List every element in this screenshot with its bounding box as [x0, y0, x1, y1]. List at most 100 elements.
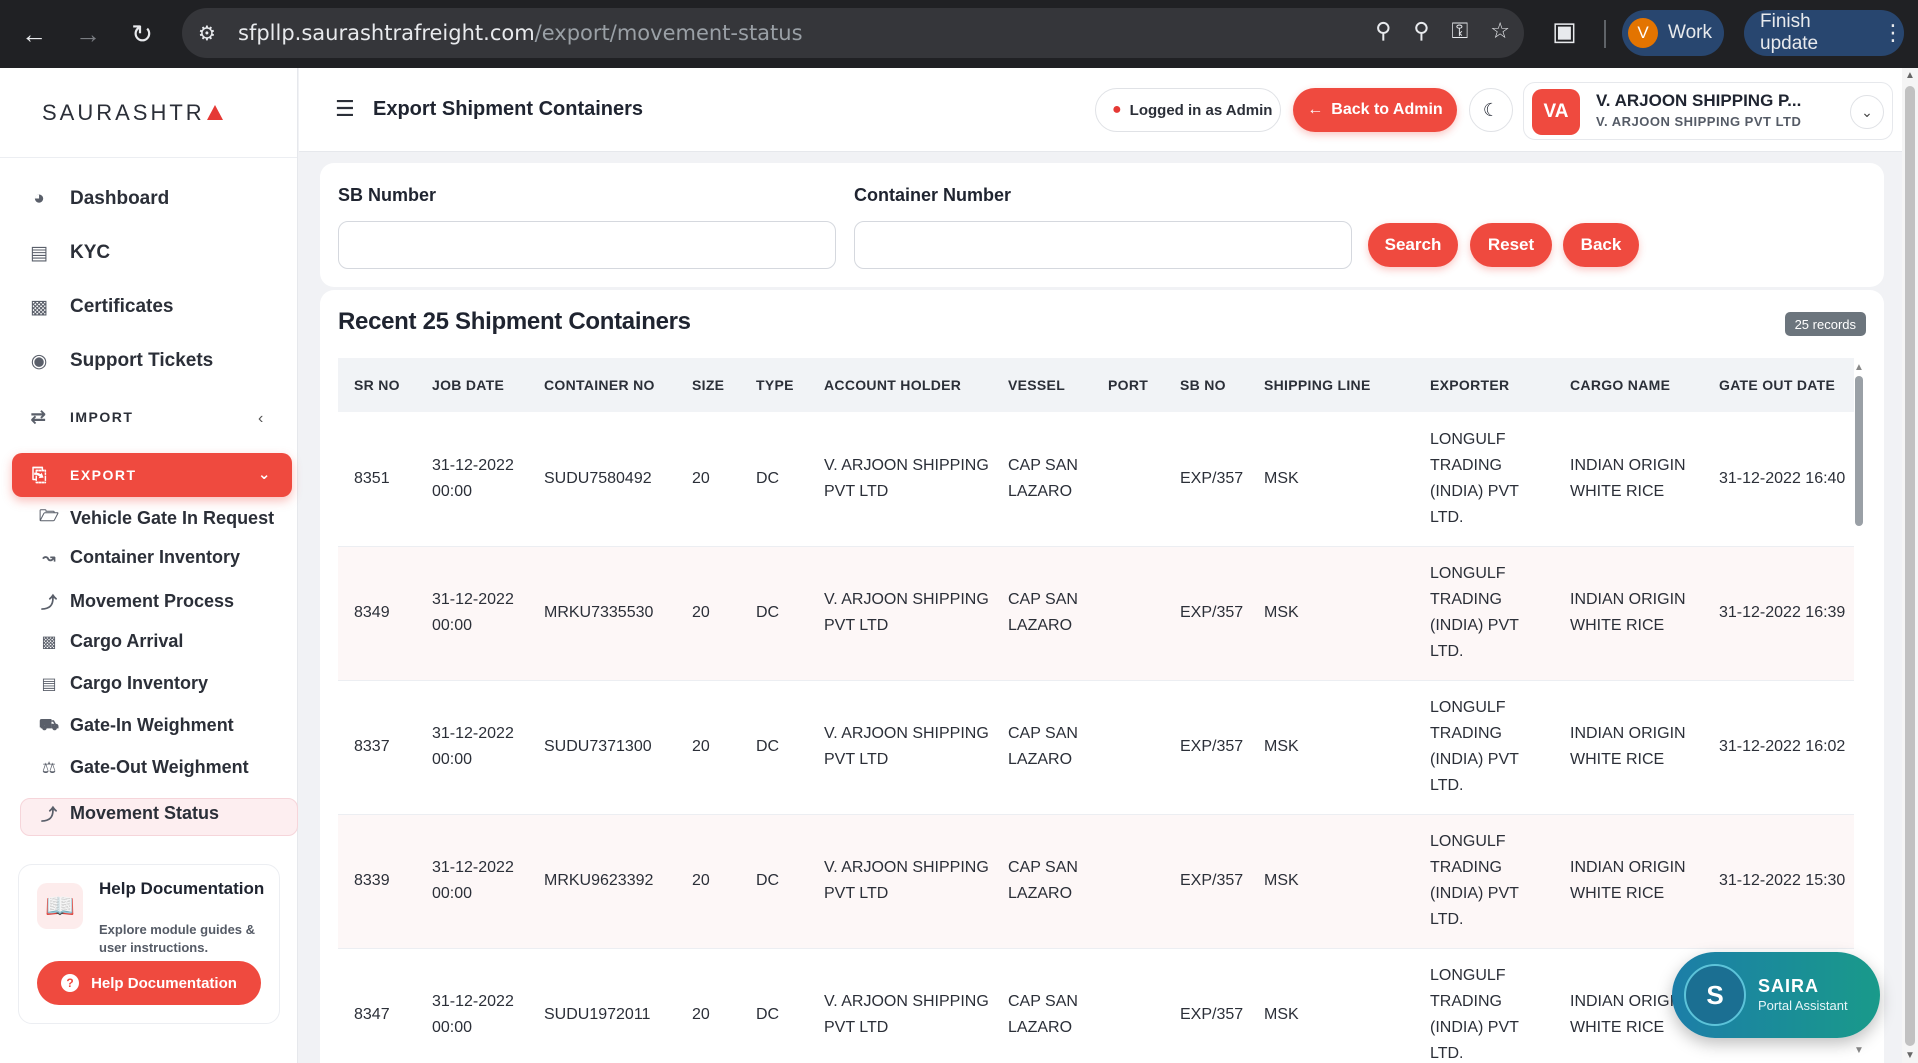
hamburger-menu-icon[interactable]: ☰: [335, 96, 355, 122]
cell-port: [1092, 680, 1164, 815]
sidebar-subitem-vehicle-gate-in-request[interactable]: 🗁 Vehicle Gate In Request: [38, 505, 274, 532]
cell-cargo-name: INDIAN ORIGIN WHITE RICE: [1554, 412, 1703, 547]
sb-number-input[interactable]: [338, 221, 836, 269]
back-arrow-icon[interactable]: ←: [14, 14, 54, 54]
moon-icon[interactable]: ☾: [1469, 88, 1513, 132]
cell-type: DC: [740, 814, 808, 949]
cell-type: DC: [740, 680, 808, 815]
sidebar-item-label: KYC: [70, 242, 111, 263]
book-icon: 📖: [37, 883, 83, 929]
scroll-down-arrow-icon[interactable]: ▼: [1854, 1045, 1864, 1056]
assistant-name: SAIRA: [1758, 976, 1820, 996]
containers-table: SR NO JOB DATE CONTAINER NO SIZE TYPE AC…: [338, 358, 1854, 1063]
column-header: SIZE: [676, 358, 740, 412]
logo-triangle-icon: [206, 105, 223, 120]
table-scrollbar-thumb[interactable]: [1855, 376, 1863, 526]
sidebar-item-export[interactable]: ⎘ EXPORT ⌄: [12, 453, 292, 497]
zoom-icon[interactable]: ⚲: [1413, 18, 1429, 44]
column-header: CARGO NAME: [1554, 358, 1703, 412]
sidebar-subitem-movement-process[interactable]: ⤴ Movement Process: [38, 589, 234, 613]
cell-account-holder: V. ARJOON SHIPPING PVT LTD: [808, 814, 992, 949]
containers-table-card: Recent 25 Shipment Containers 25 records…: [320, 290, 1884, 1063]
location-pin-icon[interactable]: ⚲: [1375, 18, 1391, 44]
page-scroll-down-icon[interactable]: ▼: [1905, 1050, 1915, 1061]
page-scrollbar-thumb[interactable]: [1905, 86, 1915, 1046]
cell-sr-no: 8351: [338, 412, 416, 547]
kebab-menu-icon: ⋮: [1882, 20, 1904, 45]
sidebar-subitem-label: Cargo Inventory: [70, 673, 209, 693]
finish-update-button[interactable]: Finish update ⋮: [1744, 10, 1904, 56]
assistant-avatar: S: [1684, 964, 1746, 1026]
gauge-icon: ◕: [33, 188, 45, 209]
extensions-icon[interactable]: ▣: [1552, 16, 1577, 47]
cell-container-no: MRKU7335530: [528, 546, 676, 681]
reset-button[interactable]: Reset: [1470, 223, 1552, 267]
profile-button[interactable]: V Work: [1622, 10, 1724, 56]
user-shield-icon: ●: [1112, 101, 1122, 118]
sidebar-subitem-cargo-arrival[interactable]: ▩ Cargo Arrival: [38, 631, 183, 652]
page-scroll-up-icon[interactable]: ▲: [1905, 70, 1915, 81]
table-title: Recent 25 Shipment Containers: [338, 308, 691, 335]
sidebar-subitem-cargo-inventory[interactable]: ▤ Cargo Inventory: [38, 673, 208, 694]
portal-assistant-button[interactable]: S SAIRA Portal Assistant: [1672, 952, 1880, 1038]
user-company: V. ARJOON SHIPPING PVT LTD: [1596, 114, 1802, 129]
cell-cargo-name: INDIAN ORIGIN WHITE RICE: [1554, 546, 1703, 681]
truck-icon: ⛟: [38, 716, 60, 734]
sb-number-label: SB Number: [338, 185, 437, 205]
forward-arrow-icon[interactable]: →: [68, 14, 108, 54]
certificate-icon: ▩: [30, 296, 48, 318]
column-header: JOB DATE: [416, 358, 528, 412]
chevron-left-icon[interactable]: ‹: [258, 410, 263, 428]
sidebar-subitem-container-inventory[interactable]: ↝ Container Inventory: [38, 547, 240, 568]
id-card-icon: ▤: [30, 242, 48, 264]
sidebar-item-certificates[interactable]: ▩ Certificates: [28, 296, 173, 318]
sidebar-item-import[interactable]: ⇄ IMPORT: [28, 406, 133, 428]
address-url[interactable]: sfpllp.saurashtrafreight.com/export/move…: [238, 21, 803, 45]
page-scrollbar[interactable]: ▲ ▼: [1902, 68, 1918, 1063]
sidebar-item-label: IMPORT: [70, 409, 134, 425]
user-menu[interactable]: VA V. ARJOON SHIPPING P... V. ARJOON SHI…: [1523, 82, 1893, 140]
address-bar[interactable]: ⚙ sfpllp.saurashtrafreight.com/export/mo…: [182, 8, 1524, 58]
cell-type: DC: [740, 546, 808, 681]
sidebar-subitem-movement-status[interactable]: ⤴ Movement Status: [38, 801, 219, 825]
bookmark-star-icon[interactable]: ☆: [1490, 18, 1510, 44]
records-badge: 25 records: [1784, 312, 1866, 336]
sidebar-item-kyc[interactable]: ▤ KYC: [28, 242, 110, 264]
table-scrollbar[interactable]: ▲ ▼: [1854, 362, 1864, 1056]
cell-type: DC: [740, 412, 808, 547]
chevron-down-icon[interactable]: ⌄: [1850, 95, 1884, 129]
column-header: SB NO: [1164, 358, 1248, 412]
sidebar-item-dashboard[interactable]: ◕ Dashboard: [28, 188, 169, 210]
scroll-up-arrow-icon[interactable]: ▲: [1854, 362, 1864, 373]
reload-icon[interactable]: ↻: [122, 14, 162, 54]
profile-label: Work: [1668, 22, 1712, 43]
cell-sr-no: 8337: [338, 680, 416, 815]
help-documentation-button[interactable]: ? Help Documentation: [37, 961, 261, 1005]
site-settings-icon[interactable]: ⚙: [198, 21, 226, 46]
table-scroll-area[interactable]: SR NO JOB DATE CONTAINER NO SIZE TYPE AC…: [338, 358, 1854, 1063]
back-to-admin-button[interactable]: ← Back to Admin: [1293, 88, 1457, 132]
sidebar-item-support-tickets[interactable]: ◉ Support Tickets: [28, 350, 214, 372]
cell-account-holder: V. ARJOON SHIPPING PVT LTD: [808, 680, 992, 815]
logo-text: SAURASHTR: [42, 99, 205, 125]
table-row: 8349 31-12-2022 00:00 MRKU7335530 20 DC …: [338, 546, 1854, 681]
column-header: SR NO: [338, 358, 416, 412]
help-card: 📖 Help Documentation Explore module guid…: [18, 864, 280, 1024]
cell-sr-no: 8349: [338, 546, 416, 681]
page-header: ☰ Export Shipment Containers ● Logged in…: [299, 68, 1902, 152]
sidebar-subitem-gate-in-weighment[interactable]: ⛟ Gate-In Weighment: [38, 715, 234, 736]
container-number-input[interactable]: [854, 221, 1352, 269]
brand-logo[interactable]: SAURASHTR: [0, 68, 297, 158]
table-row: 8337 31-12-2022 00:00 SUDU7371300 20 DC …: [338, 680, 1854, 815]
container-number-label: Container Number: [854, 185, 1012, 205]
back-button[interactable]: Back: [1563, 223, 1639, 267]
filter-panel: SB Number Container Number Search Reset …: [320, 163, 1884, 287]
column-header: TYPE: [740, 358, 808, 412]
back-to-admin-label: Back to Admin: [1331, 101, 1443, 118]
column-header: EXPORTER: [1414, 358, 1554, 412]
key-icon[interactable]: ⚿: [1452, 18, 1469, 44]
sidebar-subitem-gate-out-weighment[interactable]: ⚖ Gate-Out Weighment: [38, 757, 249, 778]
search-button[interactable]: Search: [1368, 223, 1458, 267]
cell-port: [1092, 948, 1164, 1063]
page-title: Export Shipment Containers: [373, 98, 644, 120]
